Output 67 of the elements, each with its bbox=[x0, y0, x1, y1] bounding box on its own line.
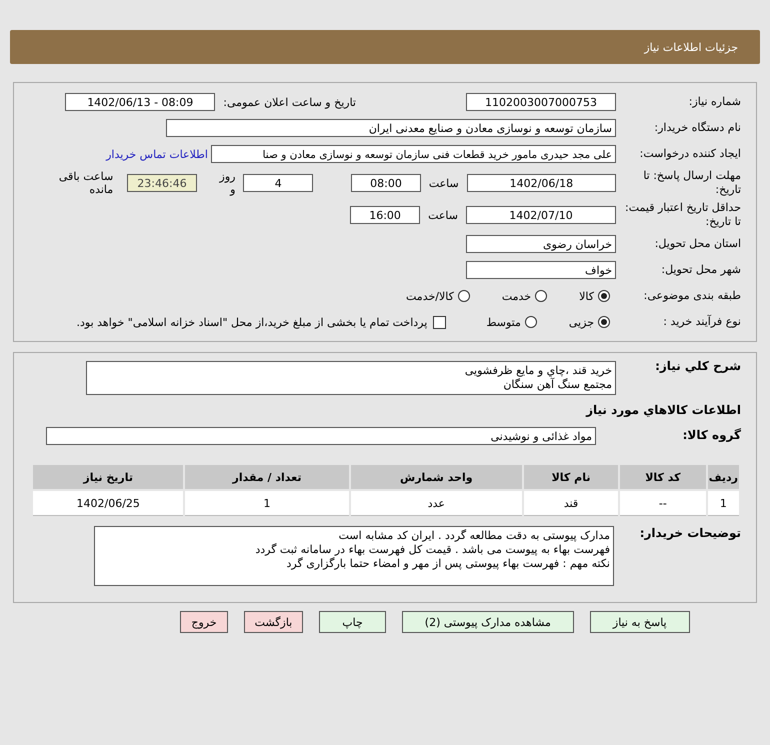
province-field: خراسان رضوی bbox=[466, 235, 616, 253]
field-label: شرح کلي نياز: bbox=[654, 359, 742, 375]
radio-label: خدمت bbox=[502, 290, 532, 302]
field-label: شماره نیاز: bbox=[688, 94, 742, 110]
time-label: ساعت bbox=[428, 176, 459, 190]
section-title: اطلاعات كالاهاي مورد نياز bbox=[586, 403, 742, 417]
table-cell: قند bbox=[524, 491, 618, 516]
field-label: گروه کالا: bbox=[682, 428, 742, 444]
notes-line: نکته مهم : فهرست بهاء پیوستی پس از مهر و امضاء حتما بارگزاری گرد bbox=[286, 557, 610, 571]
buyer-org-field: سازمان توسعه و نوسازی معادن و صنایع معدنی ایران bbox=[166, 119, 616, 137]
creator-field: علی مجد حیدری مامور خرید قطعات فنی سازمان توسعه و نوسازی معادن و صنا bbox=[211, 145, 616, 163]
radio-button[interactable] bbox=[524, 316, 537, 328]
checkbox-label: پرداخت تمام یا بخشی از مبلغ خرید،از محل "اسناد خزانه اسلامی" خواهد بود. bbox=[76, 316, 428, 328]
field-label: تاریخ و ساعت اعلان عمومی: bbox=[223, 96, 356, 108]
column-header: واحد شمارش bbox=[350, 465, 522, 489]
field-label: نام دستگاه خریدار: bbox=[653, 120, 742, 136]
goods-group-field: مواد غذائی و نوشیدنی bbox=[46, 427, 596, 445]
table-cell: 1 bbox=[708, 491, 739, 516]
field-label: توضیحات خریدار: bbox=[638, 526, 742, 542]
summary-line: خريد قند ،چاي و مايع ظرفشويی bbox=[464, 364, 612, 378]
page-title: جزئیات اطلاعات نیاز bbox=[644, 40, 738, 54]
validity-time-field: 16:00 bbox=[350, 206, 420, 224]
form-button[interactable]: پاسخ به نیاز bbox=[590, 611, 690, 633]
deadline-time-field: 08:00 bbox=[351, 174, 421, 192]
need-number-field: 1102003007000753 bbox=[466, 93, 616, 111]
column-header: تاریخ نیاز bbox=[33, 465, 184, 489]
table-cell: عدد bbox=[350, 491, 522, 516]
table-cell: -- bbox=[620, 491, 706, 516]
column-header: ردیف bbox=[708, 465, 739, 489]
radio-label: متوسط bbox=[486, 316, 521, 328]
remaining-time-field: 23:46:46 bbox=[127, 174, 197, 192]
radio-label: کالا/خدمت bbox=[406, 290, 454, 302]
announce-date-field: 1402/06/13 - 08:09 bbox=[65, 93, 216, 111]
buyer-contact-link[interactable]: اطلاعات تماس خریدار bbox=[106, 148, 208, 160]
form-button[interactable]: بازگشت bbox=[244, 611, 304, 633]
radio-label: جزیی bbox=[568, 316, 594, 328]
radio-button[interactable] bbox=[598, 290, 610, 302]
table-cell: 1402/06/25 bbox=[33, 491, 184, 516]
field-label: ایجاد کننده درخواست: bbox=[638, 146, 742, 162]
remaining-label: ساعت باقی مانده bbox=[58, 170, 114, 196]
radio-button[interactable] bbox=[535, 290, 548, 302]
form-button[interactable]: چاپ bbox=[319, 611, 386, 633]
table-cell: 1 bbox=[185, 491, 349, 516]
form-button[interactable]: خروج bbox=[180, 611, 228, 633]
column-header: کد کالا bbox=[620, 465, 706, 489]
notes-line: مدارک پیوستی به دقت مطالعه گردد . ایران کد مشابه است bbox=[338, 529, 610, 543]
time-label: ساعت bbox=[428, 208, 458, 222]
checkbox[interactable] bbox=[433, 316, 446, 328]
column-header: نام کالا bbox=[524, 465, 618, 489]
radio-label: کالا bbox=[579, 290, 594, 302]
city-field: خواف bbox=[466, 261, 616, 279]
summary-line: مجتمع سنگ آهن سنگان bbox=[502, 378, 612, 392]
days-label: روز و bbox=[218, 170, 236, 196]
radio-button[interactable] bbox=[598, 316, 610, 328]
field-label: حداقل تاریخ اعتبار قیمت: تا تاریخ: bbox=[624, 200, 742, 230]
form-button[interactable]: مشاهده مدارک پیوستی (2) bbox=[402, 611, 574, 633]
validity-date-field: 1402/07/10 bbox=[466, 206, 616, 224]
field-label: نوع فرآیند خرید : bbox=[662, 314, 742, 330]
column-header: تعداد / مقدار bbox=[185, 465, 349, 489]
days-field: 4 bbox=[243, 174, 314, 192]
radio-button[interactable] bbox=[458, 290, 470, 302]
field-label: استان محل تحویل: bbox=[654, 236, 742, 252]
deadline-date-field: 1402/06/18 bbox=[466, 174, 616, 192]
field-label: طبقه بندی موضوعی: bbox=[642, 288, 742, 304]
notes-line: فهرست بهاء به پیوست می باشد . قیمت کل فهرست بهاء در سامانه ثبت گردد bbox=[254, 543, 610, 557]
field-label: شهر محل تحویل: bbox=[660, 262, 742, 278]
field-label: مهلت ارسال پاسخ: تا تاریخ: bbox=[642, 168, 742, 198]
